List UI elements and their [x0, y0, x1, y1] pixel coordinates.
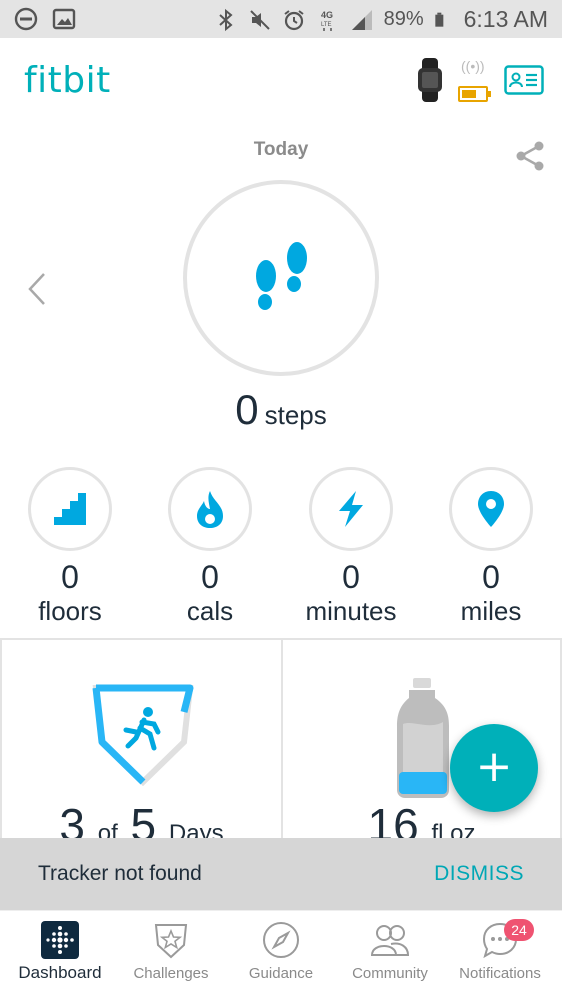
- notifications-count-badge: 24: [504, 919, 534, 941]
- floors-value: 0: [61, 559, 79, 595]
- tracker-not-found-snackbar: Tracker not found DISMISS: [0, 838, 562, 910]
- today-label: Today: [253, 139, 309, 160]
- signal-icon: [351, 9, 372, 30]
- nav-notifications[interactable]: 24 Notifications: [444, 911, 556, 999]
- snackbar-message: Tracker not found: [38, 862, 202, 885]
- compass-icon: [263, 922, 299, 958]
- bluetooth-icon: [218, 8, 233, 31]
- share-icon[interactable]: [514, 140, 546, 172]
- app-header: fitbit ((•)): [0, 38, 562, 130]
- nav-community-label: Community: [352, 965, 428, 982]
- nav-guidance-label: Guidance: [248, 965, 314, 982]
- steps-summary: 0 steps: [0, 386, 562, 434]
- clock-time: 6:13 AM: [463, 6, 548, 32]
- do-not-disturb-icon: [14, 7, 38, 31]
- image-icon: [52, 8, 76, 30]
- challenges-shield-icon: [154, 924, 188, 959]
- minutes-value: 0: [342, 559, 360, 595]
- nav-notifications-label: Notifications: [459, 965, 541, 982]
- nav-dashboard-label: Dashboard: [18, 963, 102, 982]
- lightning-icon: [339, 491, 363, 527]
- add-log-fab-button[interactable]: +: [450, 724, 538, 812]
- battery-percent: 89%: [383, 8, 424, 30]
- nav-community[interactable]: Community: [334, 911, 446, 999]
- water-bottle-icon: [397, 678, 449, 798]
- steps-unit: steps: [264, 400, 327, 430]
- fitbit-dashboard-screen: 4G LTE 89% 6:13 AM fitbit ((•)) Today 0 …: [0, 0, 562, 999]
- steps-value: 0: [235, 386, 259, 433]
- sync-signal-icon: ((•)): [461, 58, 485, 74]
- floors-stat[interactable]: 0 floors: [0, 467, 140, 627]
- miles-value: 0: [482, 559, 500, 595]
- bottom-navigation: Dashboard Challenges Guidance Community …: [0, 910, 562, 999]
- miles-unit: miles: [460, 596, 522, 626]
- exercise-of: of: [97, 820, 118, 840]
- dismiss-button[interactable]: DISMISS: [434, 862, 524, 886]
- network-4g-lte-icon: 4G LTE: [321, 10, 333, 31]
- footprints-icon: [256, 242, 307, 310]
- svg-text:4G: 4G: [321, 10, 333, 20]
- tracker-device-icon[interactable]: [414, 58, 446, 102]
- exercise-days-text: 3 of 5 Days: [2, 798, 281, 840]
- nav-challenges-label: Challenges: [133, 965, 209, 982]
- floors-circle: [28, 467, 112, 551]
- battery-icon: [434, 12, 443, 27]
- nav-guidance[interactable]: Guidance: [225, 911, 337, 999]
- account-card-icon[interactable]: [504, 65, 544, 95]
- calories-unit: cals: [186, 596, 234, 626]
- alarm-icon: [283, 9, 304, 30]
- tracker-battery-icon: [458, 86, 491, 102]
- water-value: 16: [367, 799, 419, 840]
- stairs-icon: [54, 493, 86, 525]
- active-minutes-stat[interactable]: 0 minutes: [281, 467, 421, 627]
- nav-challenges[interactable]: Challenges: [115, 911, 227, 999]
- miles-circle: [449, 467, 533, 551]
- exercise-days-done: 3: [59, 799, 85, 840]
- calories-circle: [168, 467, 252, 551]
- fitbit-logo: fitbit: [24, 60, 111, 101]
- minutes-unit: minutes: [305, 596, 397, 626]
- exercise-shield-badge-icon: [92, 684, 194, 786]
- previous-day-arrow-icon[interactable]: [26, 272, 48, 306]
- exercise-goal-tile[interactable]: 3 of 5 Days: [0, 640, 281, 840]
- community-people-icon: [370, 925, 410, 956]
- exercise-days-unit: Days: [168, 820, 224, 840]
- steps-progress-ring[interactable]: [183, 180, 379, 376]
- dashboard-icon: [41, 921, 79, 959]
- mute-icon: [249, 9, 270, 30]
- floors-unit: floors: [38, 596, 102, 626]
- exercise-days-goal: 5: [130, 799, 157, 840]
- minutes-circle: [309, 467, 393, 551]
- flame-icon: [197, 491, 223, 528]
- svg-text:LTE: LTE: [321, 22, 332, 28]
- calories-stat[interactable]: 0 cals: [140, 467, 280, 627]
- status-bar: 4G LTE 89% 6:13 AM: [0, 0, 562, 38]
- nav-dashboard[interactable]: Dashboard: [4, 911, 116, 999]
- distance-stat[interactable]: 0 miles: [421, 467, 561, 627]
- water-unit: fl oz: [431, 820, 476, 840]
- calories-value: 0: [201, 559, 219, 595]
- location-pin-icon: [478, 491, 504, 527]
